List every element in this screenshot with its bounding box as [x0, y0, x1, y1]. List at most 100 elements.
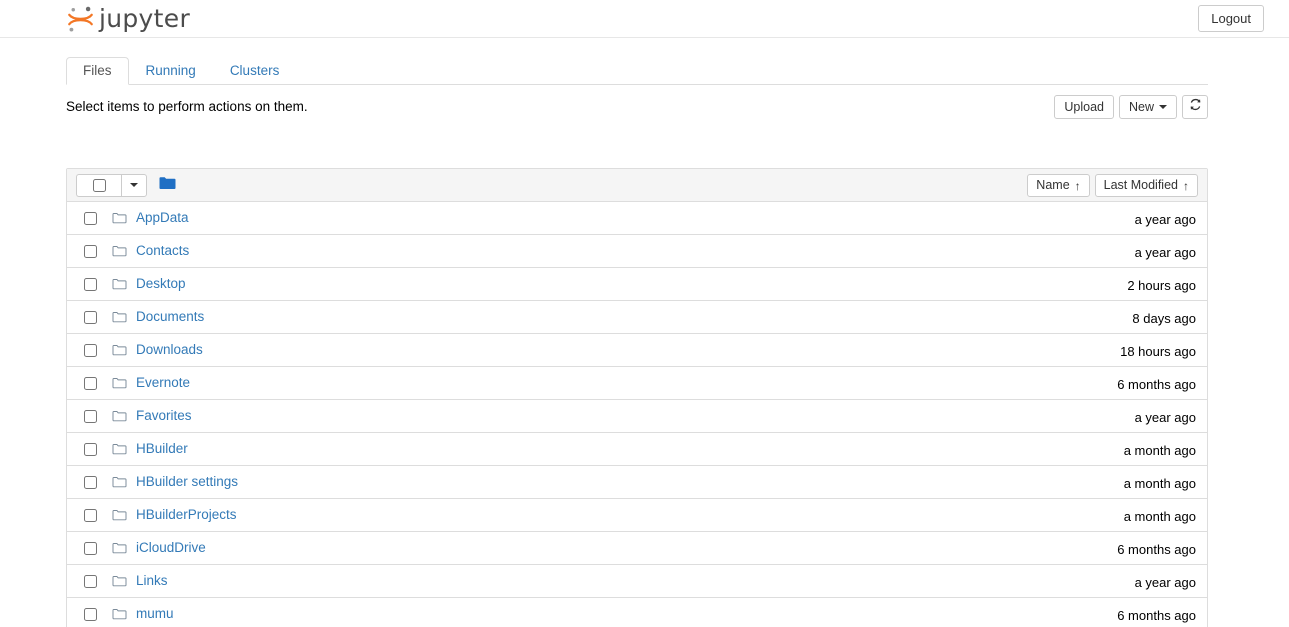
item-name-link[interactable]: Favorites [136, 407, 192, 425]
item-name-link[interactable]: Desktop [136, 275, 186, 293]
row-checkbox[interactable] [84, 277, 97, 291]
folder-icon [112, 608, 132, 621]
arrow-up-icon: ↑ [1183, 178, 1189, 193]
logout-button[interactable]: Logout [1198, 5, 1264, 32]
item-name-link[interactable]: Downloads [136, 341, 203, 359]
row-checkbox[interactable] [84, 574, 97, 588]
folder-filled-icon [159, 176, 176, 194]
item-name-link[interactable]: Contacts [136, 242, 189, 260]
list-item[interactable]: Evernote 6 months ago [67, 367, 1207, 400]
select-all-checkbox[interactable] [92, 178, 106, 192]
list-item[interactable]: Downloads 18 hours ago [67, 334, 1207, 367]
select-options-dropdown[interactable] [121, 173, 147, 197]
item-name-link[interactable]: Links [136, 572, 168, 590]
item-modified: 6 months ago [1117, 608, 1196, 623]
list-item[interactable]: HBuilder a month ago [67, 433, 1207, 466]
folder-icon [112, 509, 132, 522]
row-checkbox-cell[interactable] [76, 277, 112, 291]
select-all-cell[interactable] [76, 173, 121, 197]
row-checkbox-cell[interactable] [76, 442, 112, 456]
row-checkbox-cell[interactable] [76, 376, 112, 390]
brand-text: jupyter [99, 3, 191, 33]
tab-running[interactable]: Running [129, 57, 213, 85]
item-name-link[interactable]: HBuilder [136, 440, 188, 458]
row-checkbox[interactable] [84, 244, 97, 258]
row-checkbox-cell[interactable] [76, 574, 112, 588]
item-name-link[interactable]: AppData [136, 209, 189, 227]
app-header: jupyter Logout [0, 0, 1289, 38]
row-checkbox-cell[interactable] [76, 244, 112, 258]
item-modified: 8 days ago [1132, 311, 1196, 326]
row-checkbox-cell[interactable] [76, 409, 112, 423]
list-item[interactable]: Documents 8 days ago [67, 301, 1207, 334]
item-name-link[interactable]: HBuilderProjects [136, 506, 237, 524]
arrow-up-icon: ↑ [1074, 178, 1081, 193]
item-modified: a year ago [1134, 410, 1196, 425]
main-tabs: Files Running Clusters [66, 57, 1208, 85]
item-modified: a year ago [1134, 245, 1196, 260]
sort-by-modified-button[interactable]: Last Modified ↑ [1094, 174, 1198, 197]
new-button-label: New [1128, 100, 1154, 114]
sort-by-name-button[interactable]: Name ↑ [1027, 174, 1090, 197]
list-item[interactable]: Desktop 2 hours ago [67, 268, 1207, 301]
list-item[interactable]: Links a year ago [67, 565, 1207, 598]
row-checkbox-cell[interactable] [76, 475, 112, 489]
select-all-group [76, 173, 147, 197]
row-checkbox-cell[interactable] [76, 607, 112, 621]
toolbar-row: Select items to perform actions on them.… [66, 95, 1208, 125]
toolbar-actions: Upload New [1054, 95, 1208, 119]
sort-buttons: Name ↑ Last Modified ↑ [1027, 174, 1198, 197]
refresh-icon [1189, 96, 1202, 118]
row-checkbox-cell[interactable] [76, 211, 112, 225]
row-checkbox-cell[interactable] [76, 541, 112, 555]
list-item[interactable]: iCloudDrive 6 months ago [67, 532, 1207, 565]
row-checkbox[interactable] [84, 343, 97, 357]
list-item[interactable]: HBuilderProjects a month ago [67, 499, 1207, 532]
row-checkbox-cell[interactable] [76, 343, 112, 357]
list-item[interactable]: mumu 6 months ago [67, 598, 1207, 627]
new-button[interactable]: New [1118, 95, 1177, 119]
row-checkbox[interactable] [84, 376, 97, 390]
row-checkbox[interactable] [84, 541, 97, 555]
refresh-button[interactable] [1182, 95, 1208, 119]
row-checkbox[interactable] [84, 310, 97, 324]
sort-name-label: Name [1036, 178, 1070, 192]
item-modified: a month ago [1123, 509, 1196, 524]
tab-files[interactable]: Files [66, 57, 129, 85]
row-checkbox[interactable] [84, 607, 97, 621]
row-checkbox[interactable] [84, 211, 97, 225]
folder-icon [112, 443, 132, 456]
folder-icon [112, 212, 132, 225]
item-modified: 2 hours ago [1127, 278, 1196, 293]
row-checkbox[interactable] [84, 409, 97, 423]
file-list-rows: AppData a year ago Contacts a year ago Deskt… [67, 202, 1207, 627]
folder-icon [112, 245, 132, 258]
item-name-link[interactable]: Documents [136, 308, 204, 326]
folder-icon [112, 278, 132, 291]
row-checkbox[interactable] [84, 442, 97, 456]
list-item[interactable]: Contacts a year ago [67, 235, 1207, 268]
item-modified: a year ago [1134, 575, 1196, 590]
item-name-link[interactable]: Evernote [136, 374, 190, 392]
jupyter-brand[interactable]: jupyter [66, 1, 190, 37]
item-modified: a year ago [1134, 212, 1196, 227]
folder-icon [112, 575, 132, 588]
sort-modified-label: Last Modified [1103, 178, 1178, 192]
row-checkbox-cell[interactable] [76, 310, 112, 324]
jupyter-logo-icon [66, 5, 95, 34]
breadcrumb[interactable] [159, 176, 176, 194]
item-name-link[interactable]: iCloudDrive [136, 539, 206, 557]
folder-icon [112, 377, 132, 390]
tab-clusters[interactable]: Clusters [213, 57, 297, 85]
list-item[interactable]: Favorites a year ago [67, 400, 1207, 433]
row-checkbox[interactable] [84, 508, 97, 522]
upload-button[interactable]: Upload [1054, 95, 1114, 119]
list-item[interactable]: HBuilder settings a month ago [67, 466, 1207, 499]
folder-icon [112, 476, 132, 489]
row-checkbox[interactable] [84, 475, 97, 489]
list-item[interactable]: AppData a year ago [67, 202, 1207, 235]
row-checkbox-cell[interactable] [76, 508, 112, 522]
item-name-link[interactable]: mumu [136, 605, 174, 623]
item-name-link[interactable]: HBuilder settings [136, 473, 238, 491]
chevron-down-icon [130, 183, 138, 187]
